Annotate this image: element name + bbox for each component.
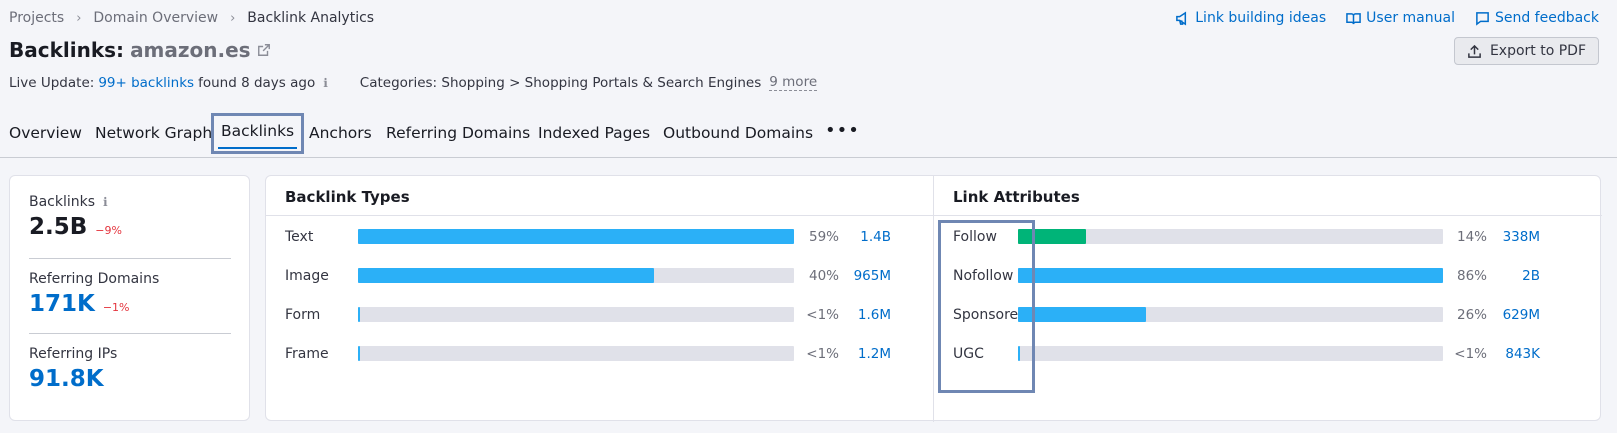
page-title: Backlinks: amazon.es — [9, 38, 271, 62]
tab-referring-domains[interactable]: Referring Domains — [386, 124, 530, 142]
bar-row: Nofollow 86% 2B — [953, 266, 1593, 286]
link-building-ideas-link[interactable]: Link building ideas — [1175, 10, 1326, 26]
link-building-ideas-label: Link building ideas — [1195, 10, 1327, 26]
row-label: Form — [285, 307, 321, 323]
live-update-label: Live Update: — [9, 74, 95, 91]
categories-text: Categories: Shopping > Shopping Portals … — [359, 74, 762, 91]
row-label: Image — [285, 268, 329, 284]
bar-fill — [358, 268, 655, 283]
bar-track — [358, 346, 794, 361]
export-pdf-button[interactable]: Export to PDF — [1453, 37, 1599, 65]
user-manual-label: User manual — [1366, 10, 1455, 26]
bar-track — [1018, 229, 1443, 244]
summary-backlinks-delta: −9% — [95, 224, 122, 237]
bar-row: Form <1% 1.6M — [285, 305, 905, 325]
tab-network-graph[interactable]: Network Graph — [95, 124, 212, 142]
bar-row: UGC <1% 843K — [953, 344, 1593, 364]
bar-fill — [358, 307, 361, 322]
megaphone-icon — [1176, 10, 1187, 26]
tab-overview[interactable]: Overview — [9, 124, 82, 142]
row-value-link[interactable]: 1.6M — [831, 307, 891, 323]
breadcrumb-current: Backlink Analytics — [247, 10, 375, 26]
bar-row: Sponsored 26% 629M — [953, 305, 1593, 325]
summary-backlinks-value: 2.5B — [29, 214, 88, 240]
bar-track — [1018, 268, 1443, 283]
summary-referring-ips-value[interactable]: 91.8K — [29, 366, 104, 392]
summary-referring-domains[interactable]: Referring Domains 171K −1% — [29, 271, 229, 317]
export-pdf-label: Export to PDF — [1489, 43, 1586, 59]
tab-indexed-pages[interactable]: Indexed Pages — [538, 124, 650, 142]
bar-fill — [1018, 307, 1146, 322]
summary-backlinks-label: Backlinks — [29, 194, 96, 210]
bar-fill — [358, 346, 361, 361]
live-update-suffix: found 8 days ago — [198, 74, 316, 91]
user-manual-link[interactable]: User manual — [1346, 10, 1455, 26]
external-link-icon[interactable] — [257, 43, 271, 57]
row-value-link[interactable]: 1.2M — [831, 346, 891, 362]
breadcrumb-domain-overview[interactable]: Domain Overview — [93, 10, 218, 26]
more-categories-link[interactable]: 9 more — [769, 74, 818, 91]
row-value-link[interactable]: 2B — [1480, 268, 1540, 284]
divider — [29, 258, 231, 259]
summary-backlinks: Backlinks ℹ 2.5B −9% — [29, 194, 229, 240]
row-value-link[interactable]: 338M — [1480, 229, 1540, 245]
row-value-link[interactable]: 843K — [1480, 346, 1540, 362]
divider — [266, 215, 1602, 216]
tab-bar: Overview Network Graph Backlinks Anchors… — [0, 110, 1617, 158]
link-attributes-title: Link Attributes — [953, 188, 1080, 206]
send-feedback-link[interactable]: Send feedback — [1475, 10, 1599, 26]
bar-fill — [358, 229, 794, 244]
divider — [933, 176, 934, 422]
bar-track — [358, 229, 794, 244]
title-prefix: Backlinks: — [9, 38, 125, 62]
send-feedback-label: Send feedback — [1494, 10, 1599, 26]
info-icon[interactable]: ℹ — [103, 195, 108, 209]
summary-referring-domains-label: Referring Domains — [29, 271, 160, 287]
tab-outbound-domains[interactable]: Outbound Domains — [663, 124, 813, 142]
summary-referring-ips-label: Referring IPs — [29, 346, 118, 362]
breadcrumb: Projects › Domain Overview › Backlink An… — [9, 10, 374, 26]
upload-icon — [1468, 44, 1481, 58]
bar-row: Image 40% 965M — [285, 266, 905, 286]
summary-card: Backlinks ℹ 2.5B −9% Referring Domains 1… — [9, 175, 250, 421]
top-links: Link building ideas User manual Send fee… — [1175, 10, 1599, 26]
row-label: Frame — [285, 346, 329, 362]
bar-track — [358, 268, 794, 283]
book-icon — [1346, 12, 1361, 24]
bar-track — [358, 307, 794, 322]
chevron-right-icon: › — [76, 10, 82, 26]
row-value-link[interactable]: 1.4B — [831, 229, 891, 245]
backlink-types-title: Backlink Types — [285, 188, 410, 206]
row-value-link[interactable]: 965M — [831, 268, 891, 284]
breadcrumb-projects[interactable]: Projects — [9, 10, 64, 26]
bar-track — [1018, 307, 1443, 322]
bar-row: Text 59% 1.4B — [285, 227, 905, 247]
row-value-link[interactable]: 629M — [1480, 307, 1540, 323]
distribution-card: Backlink Types Link Attributes Text 59% 1.… — [265, 175, 1602, 422]
row-label: Text — [285, 229, 314, 245]
chat-bubble-icon — [1476, 11, 1489, 26]
tab-backlinks[interactable]: Backlinks — [211, 113, 305, 154]
backlinks-count-link[interactable]: 99+ backlinks — [98, 75, 194, 91]
info-icon[interactable]: ℹ — [323, 76, 328, 90]
bar-fill — [1018, 268, 1443, 283]
backlinks-page: Projects › Domain Overview › Backlink An… — [0, 0, 1617, 433]
title-domain[interactable]: amazon.es — [130, 38, 251, 62]
summary-referring-domains-value[interactable]: 171K — [29, 291, 95, 317]
chevron-right-icon: › — [230, 10, 236, 26]
more-tabs-icon[interactable]: ••• — [825, 120, 860, 141]
summary-referring-domains-delta: −1% — [102, 301, 130, 314]
summary-referring-ips[interactable]: Referring IPs 91.8K — [29, 346, 229, 392]
highlight-box — [938, 220, 1035, 393]
bar-row: Follow 14% 338M — [953, 227, 1593, 247]
bar-row: Frame <1% 1.2M — [285, 344, 905, 364]
divider — [29, 333, 231, 334]
tab-anchors[interactable]: Anchors — [309, 124, 372, 142]
live-update-line: Live Update: 99+ backlinks found 8 days … — [9, 74, 818, 91]
bar-track — [1018, 346, 1443, 361]
